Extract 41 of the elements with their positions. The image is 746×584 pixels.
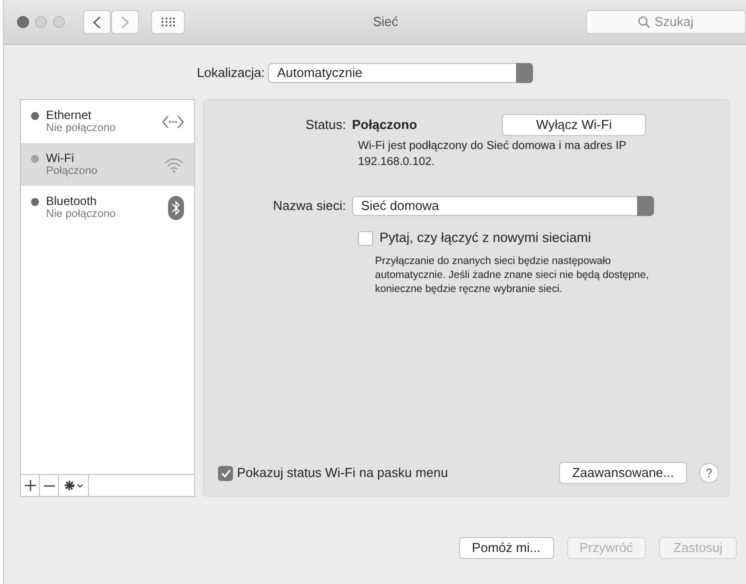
service-status: Połączono — [46, 165, 98, 178]
location-label: Lokalizacja: — [196, 64, 265, 82]
location-dropdown[interactable]: Automatycznie — [268, 63, 534, 83]
checkbox[interactable] — [358, 230, 373, 246]
minus-icon — [44, 484, 54, 486]
service-item[interactable]: Bluetooth Nie połączono — [21, 186, 194, 229]
footer-button[interactable]: Pomóż mi... — [458, 537, 554, 559]
advanced-button[interactable]: Zaawansowane... — [559, 462, 687, 484]
service-item[interactable]: Wi-Fi Połączono — [21, 143, 194, 186]
service-status: Nie połączono — [46, 122, 117, 135]
chevron-right-icon — [121, 16, 129, 28]
turn-off-wifi-button[interactable]: Wyłącz Wi-Fi — [502, 114, 646, 136]
grid-icon — [161, 17, 175, 27]
status-value: Połączono — [352, 116, 418, 134]
plus-icon — [24, 480, 36, 491]
service-name: Bluetooth — [46, 194, 98, 208]
network-dropdown[interactable]: Sieć domowa — [352, 196, 654, 216]
caret-icon — [77, 484, 83, 488]
help-button[interactable]: ? — [699, 463, 719, 483]
checkbox-label: Pytaj, czy łączyć z nowymi sieciami — [380, 229, 592, 247]
status-label: Status: — [304, 116, 347, 134]
wifi-icon — [164, 156, 184, 172]
service-name: Wi-Fi — [46, 151, 75, 165]
checkmark-icon — [220, 468, 230, 478]
checkbox[interactable] — [218, 466, 233, 480]
window-title: Sieć — [372, 13, 400, 32]
service-item[interactable]: Ethernet Nie połączono — [21, 100, 194, 143]
search-icon — [638, 16, 650, 28]
service-name: Ethernet — [46, 108, 92, 122]
status-description: Wi-Fi jest podłączony do Sieć domowa i ma adres IP 192.168.0.102. — [358, 139, 628, 170]
close-button[interactable] — [17, 16, 29, 28]
hint-text: Przyłączanie do znanych sieci będzie następowało automatycznie. Jeśli żadne znane sieci nie będą dostępne, konieczne będzie ręczne wybranie sieci. — [375, 254, 650, 296]
network-name-label: Nazwa sieci: — [272, 197, 347, 216]
back-button[interactable] — [83, 10, 111, 34]
ethernet-icon — [162, 114, 184, 128]
checkbox-label: Pokazuj status Wi-Fi na pasku menu — [237, 464, 449, 482]
service-status: Nie połączono — [46, 208, 117, 221]
grid-button[interactable] — [151, 10, 185, 34]
chevron-left-icon — [93, 16, 101, 28]
gear-icon — [64, 480, 75, 491]
bluetooth-icon — [168, 196, 184, 220]
